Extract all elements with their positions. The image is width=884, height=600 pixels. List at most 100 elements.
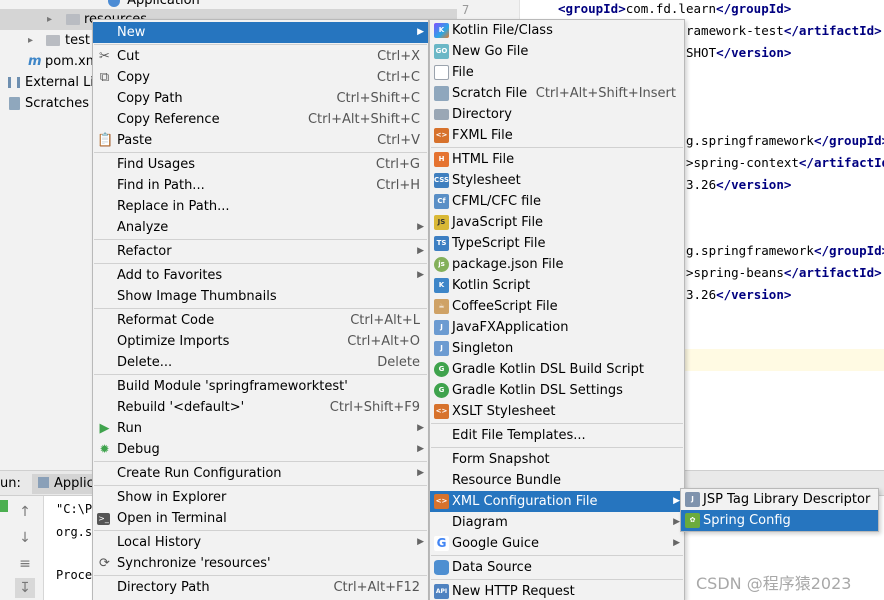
menu-item-kotlin-file-class[interactable]: K Kotlin File/Class	[430, 20, 684, 41]
soft-wrap-icon[interactable]: ≡	[15, 554, 35, 574]
maven-icon: m	[28, 54, 42, 69]
menu-item-optimize-imports[interactable]: Optimize Imports Ctrl+Alt+O	[93, 331, 428, 352]
menu-item-show-in-explorer[interactable]: Show in Explorer	[93, 487, 428, 508]
kotlin-icon: K	[434, 23, 449, 38]
menu-item-directory[interactable]: Directory	[430, 104, 684, 125]
singleton-icon: J	[434, 341, 449, 356]
menu-item-open-in-terminal[interactable]: >_ Open in Terminal	[93, 508, 428, 529]
menu-item-stylesheet[interactable]: CSS Stylesheet	[430, 170, 684, 191]
menu-item-cfml-file[interactable]: Cf CFML/CFC file	[430, 191, 684, 212]
application-icon	[38, 477, 49, 488]
menu-item-diagram[interactable]: Diagram ▶	[430, 512, 684, 533]
scissors-icon: ✂	[99, 49, 110, 64]
menu-item-file[interactable]: File	[430, 62, 684, 83]
menu-item-run[interactable]: ▶ Run ▶	[93, 418, 428, 439]
scratches-icon	[9, 97, 20, 110]
menu-item-create-run-configuration[interactable]: Create Run Configuration ▶	[93, 463, 428, 484]
menu-item-jsp-tag-library-descriptor[interactable]: J JSP Tag Library Descriptor	[681, 489, 878, 510]
chevron-right-icon: ▶	[417, 537, 424, 547]
menu-item-copy-reference[interactable]: Copy Reference Ctrl+Alt+Shift+C	[93, 109, 428, 130]
menu-item-edit-file-templates[interactable]: Edit File Templates...	[430, 425, 684, 446]
menu-item-new[interactable]: New ▶	[93, 22, 428, 43]
chevron-right-icon: ▶	[417, 423, 424, 433]
chevron-right-icon[interactable]: ▸	[47, 9, 52, 30]
tree-row-external-libraries[interactable]: External Lib	[0, 72, 102, 93]
menu-item-data-source[interactable]: Data Source	[430, 557, 684, 578]
menu-item-show-image-thumbnails[interactable]: Show Image Thumbnails	[93, 286, 428, 307]
api-icon: API	[434, 584, 449, 599]
menu-item-copy-path[interactable]: Copy Path Ctrl+Shift+C	[93, 88, 428, 109]
menu-item-analyze[interactable]: Analyze ▶	[93, 217, 428, 238]
scroll-to-end-icon[interactable]: ↧	[15, 578, 35, 598]
copy-icon: ⧉	[99, 70, 110, 85]
menu-item-copy[interactable]: ⧉ Copy Ctrl+C	[93, 67, 428, 88]
line-number: 7	[462, 3, 470, 17]
sync-icon: ⟳	[99, 556, 110, 571]
code-line: SHOT</version>	[686, 45, 792, 60]
menu-item-debug[interactable]: ✹ Debug ▶	[93, 439, 428, 460]
console-line: org.s	[56, 525, 93, 539]
menu-item-gradle-build-script[interactable]: G Gradle Kotlin DSL Build Script	[430, 359, 684, 380]
console-line: "C:\P	[56, 502, 93, 516]
menu-item-new-go-file[interactable]: GO New Go File	[430, 41, 684, 62]
menu-item-paste[interactable]: 📋 Paste Ctrl+V	[93, 130, 428, 151]
menu-item-replace-in-path[interactable]: Replace in Path...	[93, 196, 428, 217]
javascript-icon: JS	[434, 215, 449, 230]
menu-item-local-history[interactable]: Local History ▶	[93, 532, 428, 553]
menu-item-find-usages[interactable]: Find Usages Ctrl+G	[93, 154, 428, 175]
menu-item-javascript-file[interactable]: JS JavaScript File	[430, 212, 684, 233]
menu-item-typescript-file[interactable]: TS TypeScript File	[430, 233, 684, 254]
separator	[94, 485, 427, 486]
menu-item-form-snapshot[interactable]: Form Snapshot	[430, 449, 684, 470]
menu-item-gradle-settings[interactable]: G Gradle Kotlin DSL Settings	[430, 380, 684, 401]
chevron-right-icon: ▶	[417, 246, 424, 256]
coffeescript-icon: ☕	[434, 299, 449, 314]
run-icon: ▶	[99, 421, 110, 436]
menu-item-add-to-favorites[interactable]: Add to Favorites ▶	[93, 265, 428, 286]
chevron-right-icon: ▶	[417, 270, 424, 280]
nodejs-icon: js	[434, 257, 449, 272]
menu-item-html-file[interactable]: H HTML File	[430, 149, 684, 170]
chevron-right-icon: ▶	[417, 468, 424, 478]
arrow-down-icon[interactable]: ↓	[15, 528, 35, 548]
menu-item-google-guice[interactable]: G Google Guice ▶	[430, 533, 684, 554]
menu-item-resource-bundle[interactable]: Resource Bundle	[430, 470, 684, 491]
class-icon	[108, 0, 120, 7]
paste-icon: 📋	[97, 133, 114, 148]
menu-item-cut[interactable]: ✂ Cut Ctrl+X	[93, 46, 428, 67]
menu-item-synchronize[interactable]: ⟳ Synchronize 'resources'	[93, 553, 428, 574]
menu-item-singleton[interactable]: J Singleton	[430, 338, 684, 359]
menu-item-xslt-stylesheet[interactable]: <> XSLT Stylesheet	[430, 401, 684, 422]
chevron-right-icon[interactable]: ▸	[28, 30, 33, 51]
separator	[94, 44, 427, 45]
tree-row-scratches[interactable]: Scratches a	[0, 93, 101, 114]
menu-item-kotlin-script[interactable]: K Kotlin Script	[430, 275, 684, 296]
menu-item-package-json[interactable]: js package.json File	[430, 254, 684, 275]
css-icon: CSS	[434, 173, 449, 188]
menu-item-scratch-file[interactable]: Scratch File Ctrl+Alt+Shift+Insert	[430, 83, 684, 104]
menu-item-coffeescript-file[interactable]: ☕ CoffeeScript File	[430, 296, 684, 317]
tree-row-test[interactable]: ▸ test	[0, 30, 100, 51]
menu-item-javafx-application[interactable]: J JavaFXApplication	[430, 317, 684, 338]
go-icon: GO	[434, 44, 449, 59]
menu-item-xml-configuration-file[interactable]: <> XML Configuration File ▶	[430, 491, 684, 512]
menu-item-find-in-path[interactable]: Find in Path... Ctrl+H	[93, 175, 428, 196]
menu-item-directory-path[interactable]: Directory Path Ctrl+Alt+F12	[93, 577, 428, 598]
code-line: >spring-beans</artifactId>	[686, 265, 882, 280]
xml-icon: <>	[434, 494, 449, 509]
tree-row-pom[interactable]: m pom.xm	[0, 51, 100, 72]
rerun-icon[interactable]	[0, 500, 8, 512]
menu-item-fxml-file[interactable]: <> FXML File	[430, 125, 684, 146]
menu-item-refactor[interactable]: Refactor ▶	[93, 241, 428, 262]
menu-item-reformat-code[interactable]: Reformat Code Ctrl+Alt+L	[93, 310, 428, 331]
menu-item-spring-config[interactable]: ✿ Spring Config	[681, 510, 878, 531]
debug-icon: ✹	[99, 442, 110, 456]
menu-item-rebuild[interactable]: Rebuild '<default>' Ctrl+Shift+F9	[93, 397, 428, 418]
run-tab[interactable]: Applic	[32, 474, 100, 494]
code-line: g.springframework</groupId>	[686, 243, 884, 258]
spring-icon: ✿	[685, 513, 700, 528]
menu-item-new-http-request[interactable]: API New HTTP Request	[430, 581, 684, 600]
arrow-up-icon[interactable]: ↑	[15, 502, 35, 522]
menu-item-build-module[interactable]: Build Module 'springframeworktest'	[93, 376, 428, 397]
menu-item-delete[interactable]: Delete... Delete	[93, 352, 428, 373]
